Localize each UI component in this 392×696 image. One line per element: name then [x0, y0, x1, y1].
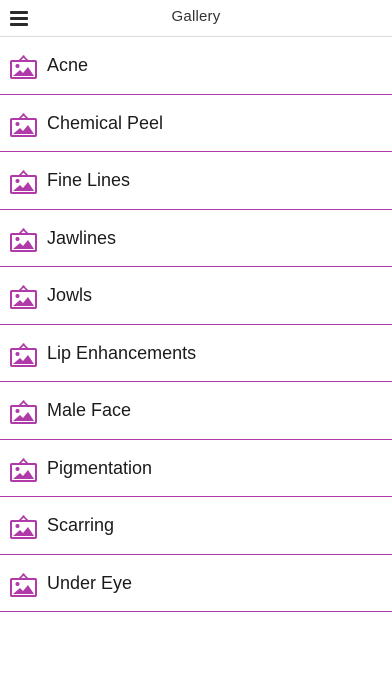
gallery-item-fine-lines[interactable]: Fine Lines — [0, 152, 392, 210]
gallery-item-pigmentation[interactable]: Pigmentation — [0, 440, 392, 497]
image-frame-icon — [10, 112, 37, 137]
gallery-item-chemical-peel[interactable]: Chemical Peel — [0, 95, 392, 152]
gallery-item-label: Pigmentation — [47, 457, 153, 478]
image-frame-icon — [10, 457, 37, 482]
page-title: Gallery — [171, 8, 221, 25]
image-frame-icon — [10, 342, 37, 367]
image-frame-icon — [10, 515, 37, 539]
gallery-item-label: Jawlines — [47, 227, 117, 248]
gallery-item-acne[interactable]: Acne — [0, 37, 392, 95]
gallery-category-list: Acne Chemical Peel Fine Lines Jawlines J… — [0, 37, 392, 612]
gallery-item-label: Fine Lines — [47, 170, 131, 190]
image-frame-icon — [10, 227, 37, 252]
image-frame-icon — [10, 285, 37, 309]
image-frame-icon — [10, 55, 37, 79]
image-frame-icon — [10, 572, 37, 597]
top-app-bar: Gallery — [0, 0, 392, 37]
gallery-item-male-face[interactable]: Male Face — [0, 382, 392, 440]
gallery-item-label: Lip Enhancements — [47, 342, 197, 363]
image-frame-icon — [10, 170, 37, 194]
gallery-item-scarring[interactable]: Scarring — [0, 497, 392, 555]
image-frame-icon — [10, 400, 37, 424]
gallery-item-label: Under Eye — [47, 572, 133, 593]
gallery-item-label: Chemical Peel — [47, 112, 164, 133]
gallery-item-jawlines[interactable]: Jawlines — [0, 210, 392, 267]
gallery-item-label: Male Face — [47, 400, 132, 420]
gallery-item-lip-enhancements[interactable]: Lip Enhancements — [0, 325, 392, 382]
gallery-item-label: Acne — [47, 55, 89, 75]
gallery-item-under-eye[interactable]: Under Eye — [0, 555, 392, 612]
gallery-item-jowls[interactable]: Jowls — [0, 267, 392, 325]
gallery-item-label: Scarring — [47, 515, 115, 535]
gallery-item-label: Jowls — [47, 285, 93, 305]
